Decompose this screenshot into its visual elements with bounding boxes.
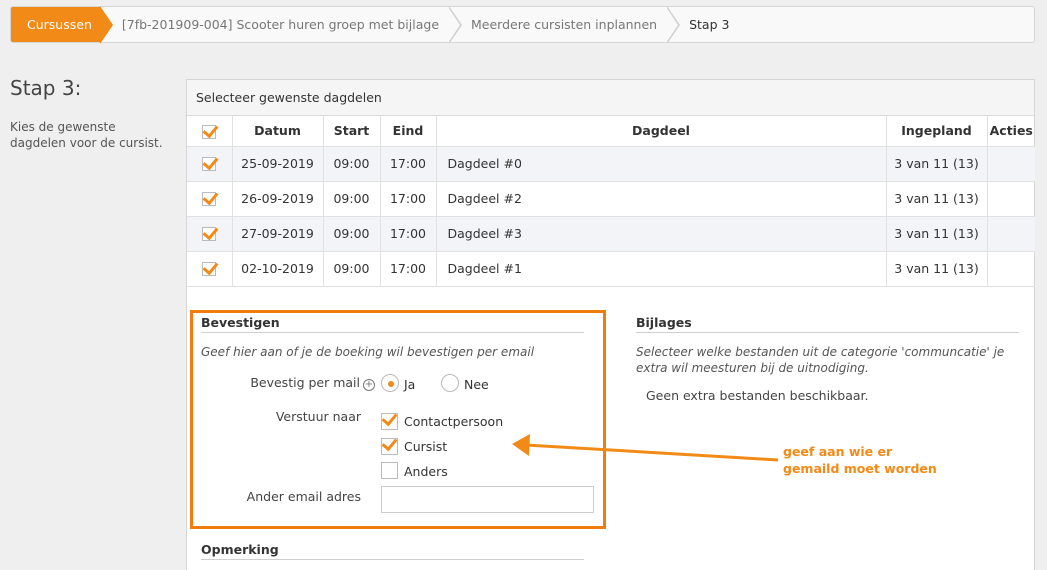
breadcrumb-arrow [666,6,681,44]
breadcrumb-arrow [448,6,463,44]
annotation-line: gemaild moet worden [783,461,937,476]
breadcrumb-arrow [98,6,113,44]
annotation-line: geef aan wie er [783,444,893,459]
annotation-arrow-icon [512,434,779,462]
annotation-note: geef aan wie er gemaild moet worden [783,443,937,477]
